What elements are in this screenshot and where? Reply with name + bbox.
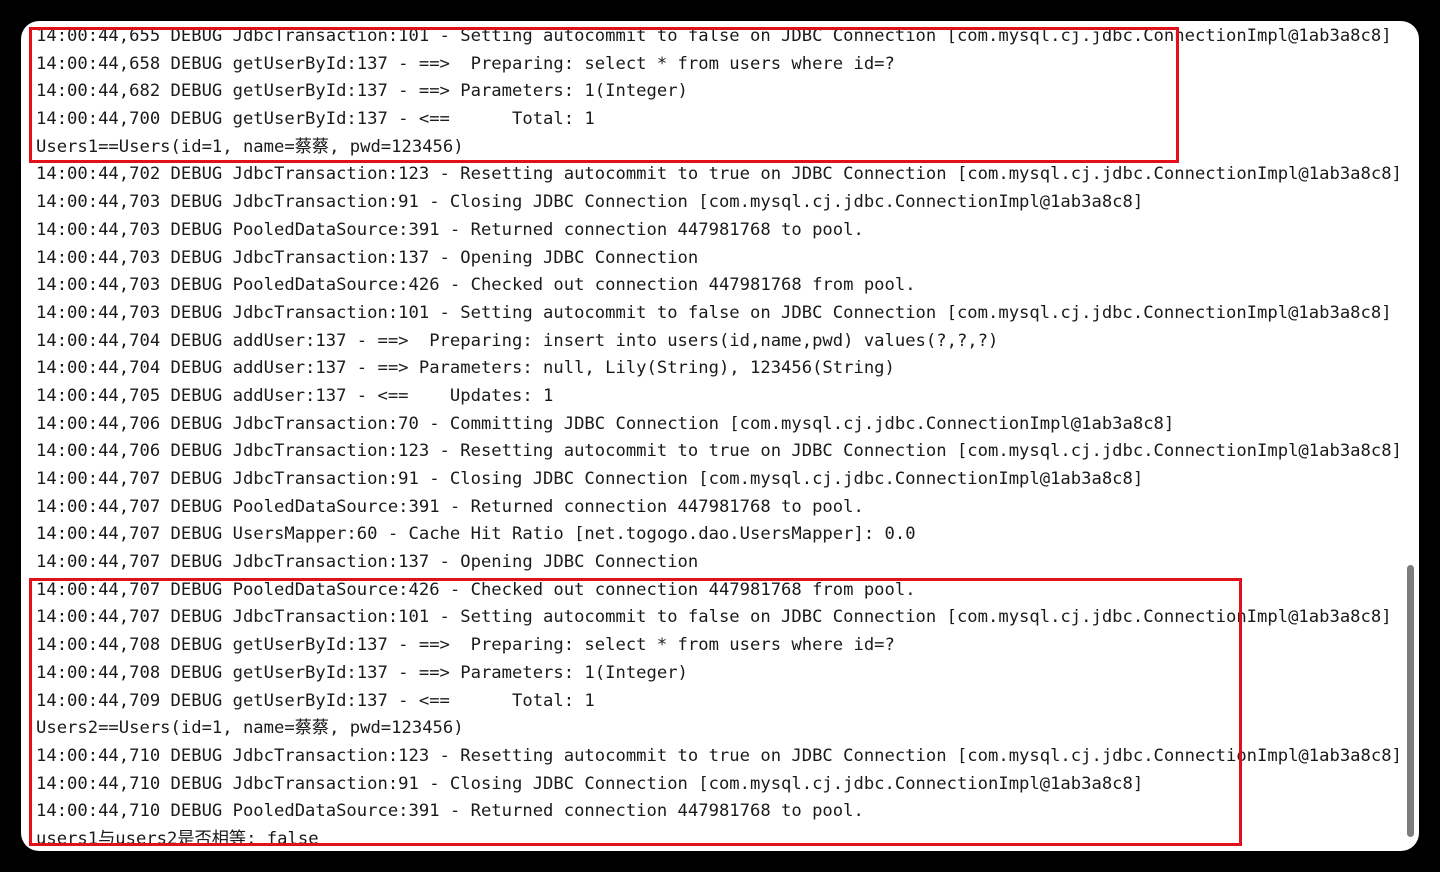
log-line: 14:00:44,707 DEBUG JdbcTransaction:91 - … [36,469,1144,489]
log-line: 14:00:44,703 DEBUG JdbcTransaction:91 - … [36,192,1144,213]
log-line: 14:00:44,703 DEBUG JdbcTransaction:137 -… [36,247,699,268]
log-line: 14:00:44,682 DEBUG getUserById:137 - ==>… [36,81,688,102]
log-line: Users2==Users(id=1, name=蔡蔡, pwd=123456) [36,718,464,739]
scrollbar-thumb[interactable] [1407,565,1414,837]
log-line: 14:00:44,710 DEBUG JdbcTransaction:123 -… [36,745,1402,766]
console-window: 14:00:44,655 DEBUG JdbcTransaction:101 -… [21,21,1419,851]
log-line: 14:00:44,708 DEBUG getUserById:137 - ==>… [36,635,895,656]
log-line: 14:00:44,704 DEBUG addUser:137 - ==> Par… [36,358,895,379]
console-output[interactable]: 14:00:44,655 DEBUG JdbcTransaction:101 -… [36,23,1406,849]
log-line: 14:00:44,706 DEBUG JdbcTransaction:123 -… [36,441,1402,462]
log-line: Users1==Users(id=1, name=蔡蔡, pwd=123456) [36,136,464,157]
log-line: users1与users2是否相等: false [36,828,319,849]
vertical-scrollbar[interactable] [1404,29,1416,843]
log-line: 14:00:44,655 DEBUG JdbcTransaction:101 -… [36,26,1392,46]
log-line: 14:00:44,702 DEBUG JdbcTransaction:123 -… [36,164,1402,185]
log-line: 14:00:44,700 DEBUG getUserById:137 - <==… [36,109,595,130]
log-line: 14:00:44,707 DEBUG JdbcTransaction:137 -… [36,552,699,573]
log-line: 14:00:44,707 DEBUG JdbcTransaction:101 -… [36,607,1392,628]
log-line: 14:00:44,705 DEBUG addUser:137 - <== Upd… [36,385,554,406]
log-line: 14:00:44,707 DEBUG UsersMapper:60 - Cach… [36,524,916,545]
log-line: 14:00:44,706 DEBUG JdbcTransaction:70 - … [36,413,1175,434]
log-line: 14:00:44,703 DEBUG PooledDataSource:391 … [36,219,864,240]
log-line: 14:00:44,658 DEBUG getUserById:137 - ==>… [36,53,895,74]
log-line: 14:00:44,710 DEBUG PooledDataSource:391 … [36,801,864,822]
log-line: 14:00:44,709 DEBUG getUserById:137 - <==… [36,690,595,711]
log-line: 14:00:44,707 DEBUG PooledDataSource:426 … [36,579,916,600]
log-line: 14:00:44,707 DEBUG PooledDataSource:391 … [36,496,864,517]
log-line: 14:00:44,703 DEBUG PooledDataSource:426 … [36,275,916,296]
log-line: 14:00:44,710 DEBUG JdbcTransaction:91 - … [36,773,1144,794]
log-line: 14:00:44,708 DEBUG getUserById:137 - ==>… [36,662,688,683]
log-line: 14:00:44,704 DEBUG addUser:137 - ==> Pre… [36,330,999,351]
log-line: 14:00:44,703 DEBUG JdbcTransaction:101 -… [36,302,1392,323]
